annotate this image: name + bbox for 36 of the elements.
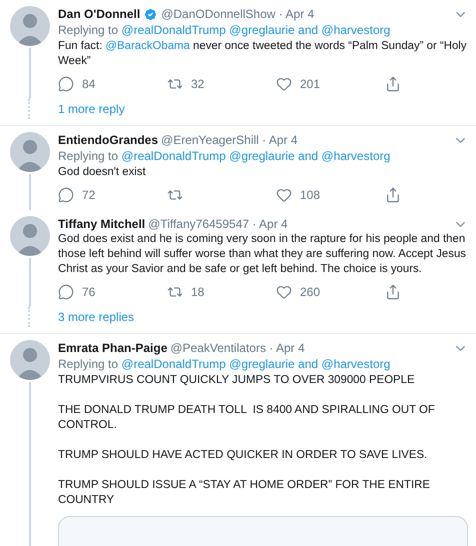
avatar[interactable] <box>10 216 50 256</box>
share-icon[interactable] <box>385 187 401 203</box>
user-handle: @ErenYeagerShill · Apr 4 <box>161 132 298 148</box>
reply-icon[interactable] <box>58 76 74 92</box>
reply-icon[interactable] <box>58 187 74 203</box>
like-icon[interactable] <box>276 187 292 203</box>
user-name[interactable]: Tiffany Mitchell <box>58 216 146 232</box>
like-count: 201 <box>300 77 320 91</box>
like-icon[interactable] <box>276 284 292 300</box>
replying-to: Replying to @realDonaldTrump @greglaurie and @harvestorg <box>58 22 392 39</box>
avatar[interactable] <box>10 132 50 172</box>
retweet-count: 32 <box>191 77 204 91</box>
share-icon[interactable] <box>385 284 401 300</box>
avatar[interactable] <box>10 6 50 46</box>
replying-to: Replying to @realDonaldTrump @greglaurie and @harvestorg <box>58 148 392 165</box>
share-icon[interactable] <box>385 76 401 92</box>
retweet-count: 18 <box>191 285 204 299</box>
avatar[interactable] <box>10 340 50 380</box>
user-handle: @PeakVentilators · Apr 4 <box>170 340 306 356</box>
replying-to: Replying to @realDonaldTrump @greglaurie and @harvestorg <box>58 356 392 373</box>
tweet-text: God does exist and he is coming very soon in the rapture for his people and then those left behind will suffer worse than what they are suffering now. Accept Jesus Christ as your Savior and be safe or get left behind. The choice is yours. <box>58 232 467 277</box>
reply-count: 76 <box>82 285 96 299</box>
like-icon[interactable] <box>276 76 292 92</box>
reply-count: 72 <box>82 188 96 202</box>
user-name[interactable]: Dan O'Donnell <box>58 6 140 22</box>
user-name[interactable]: Emrata Phan-Paige <box>58 340 168 356</box>
like-count: 260 <box>300 285 320 299</box>
reply-count: 84 <box>82 77 96 91</box>
user-handle: @Tiffany76459547 · Apr 4 <box>148 216 289 232</box>
tweet-text: Fun fact: @BarackObama never once tweeted the words “Palm Sunday” or “Holy Week” <box>58 39 468 69</box>
user-name[interactable]: EntiendoGrandes <box>58 132 158 148</box>
reply-icon[interactable] <box>58 284 74 300</box>
tweet-text: God doesn't exist <box>58 165 147 180</box>
user-handle: @DanODonnellShow · Apr 4 <box>161 6 316 22</box>
tweet-text: TRUMPVIRUS COUNT QUICKLY JUMPS TO OVER 309000 PEOPLE THE DONALD TRUMP DEATH TOLL IS 8400 AND SPIRALLING OUT OF CONTROL. TRUMP SHOULD HAVE ACTED QUICKER IN ORDER TO SAVE LIVES. TRUMP SHOULD ISSUE A “STAY AT HOME ORDER” FOR THE ENTIRE COUNTRY <box>58 373 436 508</box>
like-count: 108 <box>300 188 320 202</box>
